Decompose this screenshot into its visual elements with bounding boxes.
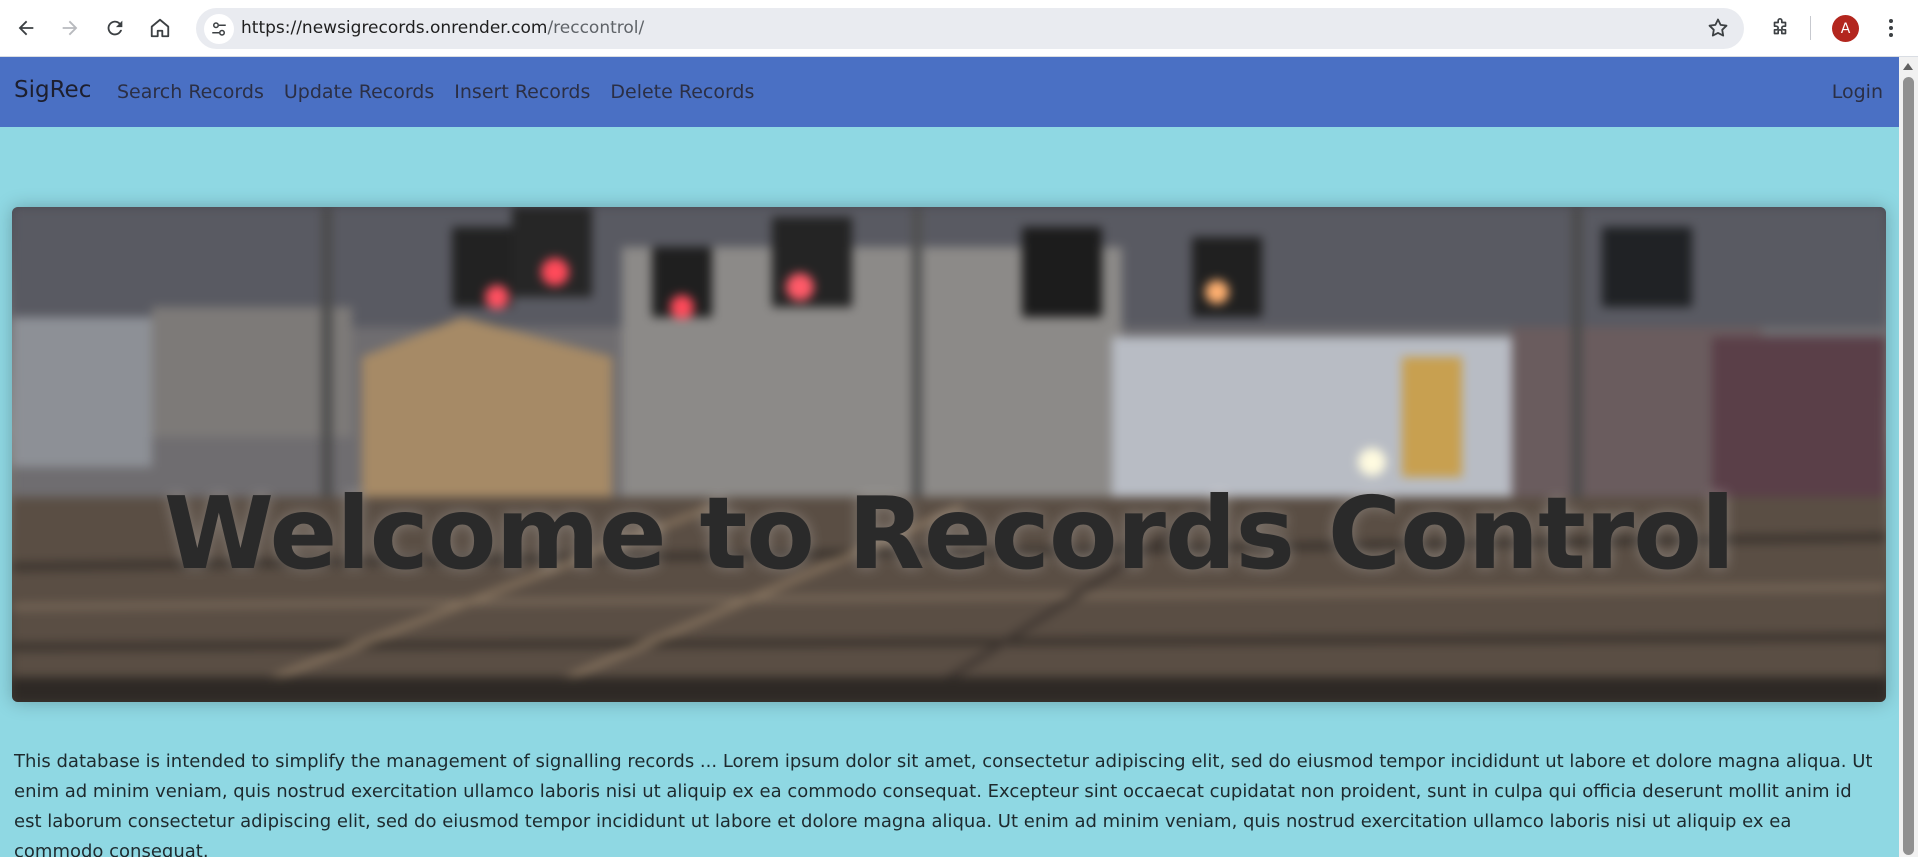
nav-insert-records[interactable]: Insert Records <box>454 81 590 103</box>
toolbar-divider <box>1810 16 1811 40</box>
url-text[interactable]: https://newsigrecords.onrender.com/recco… <box>241 18 644 38</box>
browser-toolbar: https://newsigrecords.onrender.com/recco… <box>0 0 1918 57</box>
site-navbar: SigRec Search Records Update Records Ins… <box>0 57 1899 127</box>
forward-button[interactable] <box>52 10 88 46</box>
intro-paragraph: This database is intended to simplify th… <box>14 751 1873 857</box>
scroll-thumb[interactable] <box>1903 77 1914 855</box>
scroll-up-arrow-icon[interactable] <box>1903 63 1913 70</box>
page-content: SigRec Search Records Update Records Ins… <box>0 57 1899 857</box>
menu-dot-icon <box>1889 33 1893 37</box>
nav-search-records[interactable]: Search Records <box>117 81 264 103</box>
nav-links: Search Records Update Records Insert Rec… <box>117 81 754 103</box>
reload-icon <box>107 20 123 36</box>
page-scrollbar[interactable] <box>1899 57 1918 857</box>
brand-link[interactable]: SigRec <box>14 77 91 103</box>
railway-signals-image <box>12 207 1886 702</box>
address-bar[interactable]: https://newsigrecords.onrender.com/recco… <box>196 8 1744 49</box>
extensions-button[interactable] <box>1762 10 1798 46</box>
browser-menu-button[interactable] <box>1876 12 1906 44</box>
url-path: /reccontrol/ <box>547 18 645 38</box>
puzzle-icon <box>1773 18 1787 35</box>
login-link[interactable]: Login <box>1832 81 1883 103</box>
menu-dot-icon <box>1889 26 1893 30</box>
back-button[interactable] <box>8 10 44 46</box>
tune-icon <box>212 22 226 36</box>
reload-button[interactable] <box>97 10 133 46</box>
hero-title: Welcome to Records Control <box>163 475 1735 592</box>
home-button[interactable] <box>142 10 178 46</box>
menu-dot-icon <box>1889 19 1893 23</box>
nav-delete-records[interactable]: Delete Records <box>610 81 754 103</box>
home-icon <box>150 18 170 38</box>
profile-avatar[interactable]: A <box>1832 15 1859 42</box>
url-host: https://newsigrecords.onrender.com <box>241 18 548 38</box>
site-info-button[interactable] <box>204 14 234 44</box>
hero-banner: Welcome to Records Control <box>12 207 1886 702</box>
nav-update-records[interactable]: Update Records <box>284 81 434 103</box>
arrow-right-icon <box>62 20 78 36</box>
bookmark-star-icon[interactable] <box>1706 16 1730 44</box>
arrow-left-icon <box>18 20 34 36</box>
